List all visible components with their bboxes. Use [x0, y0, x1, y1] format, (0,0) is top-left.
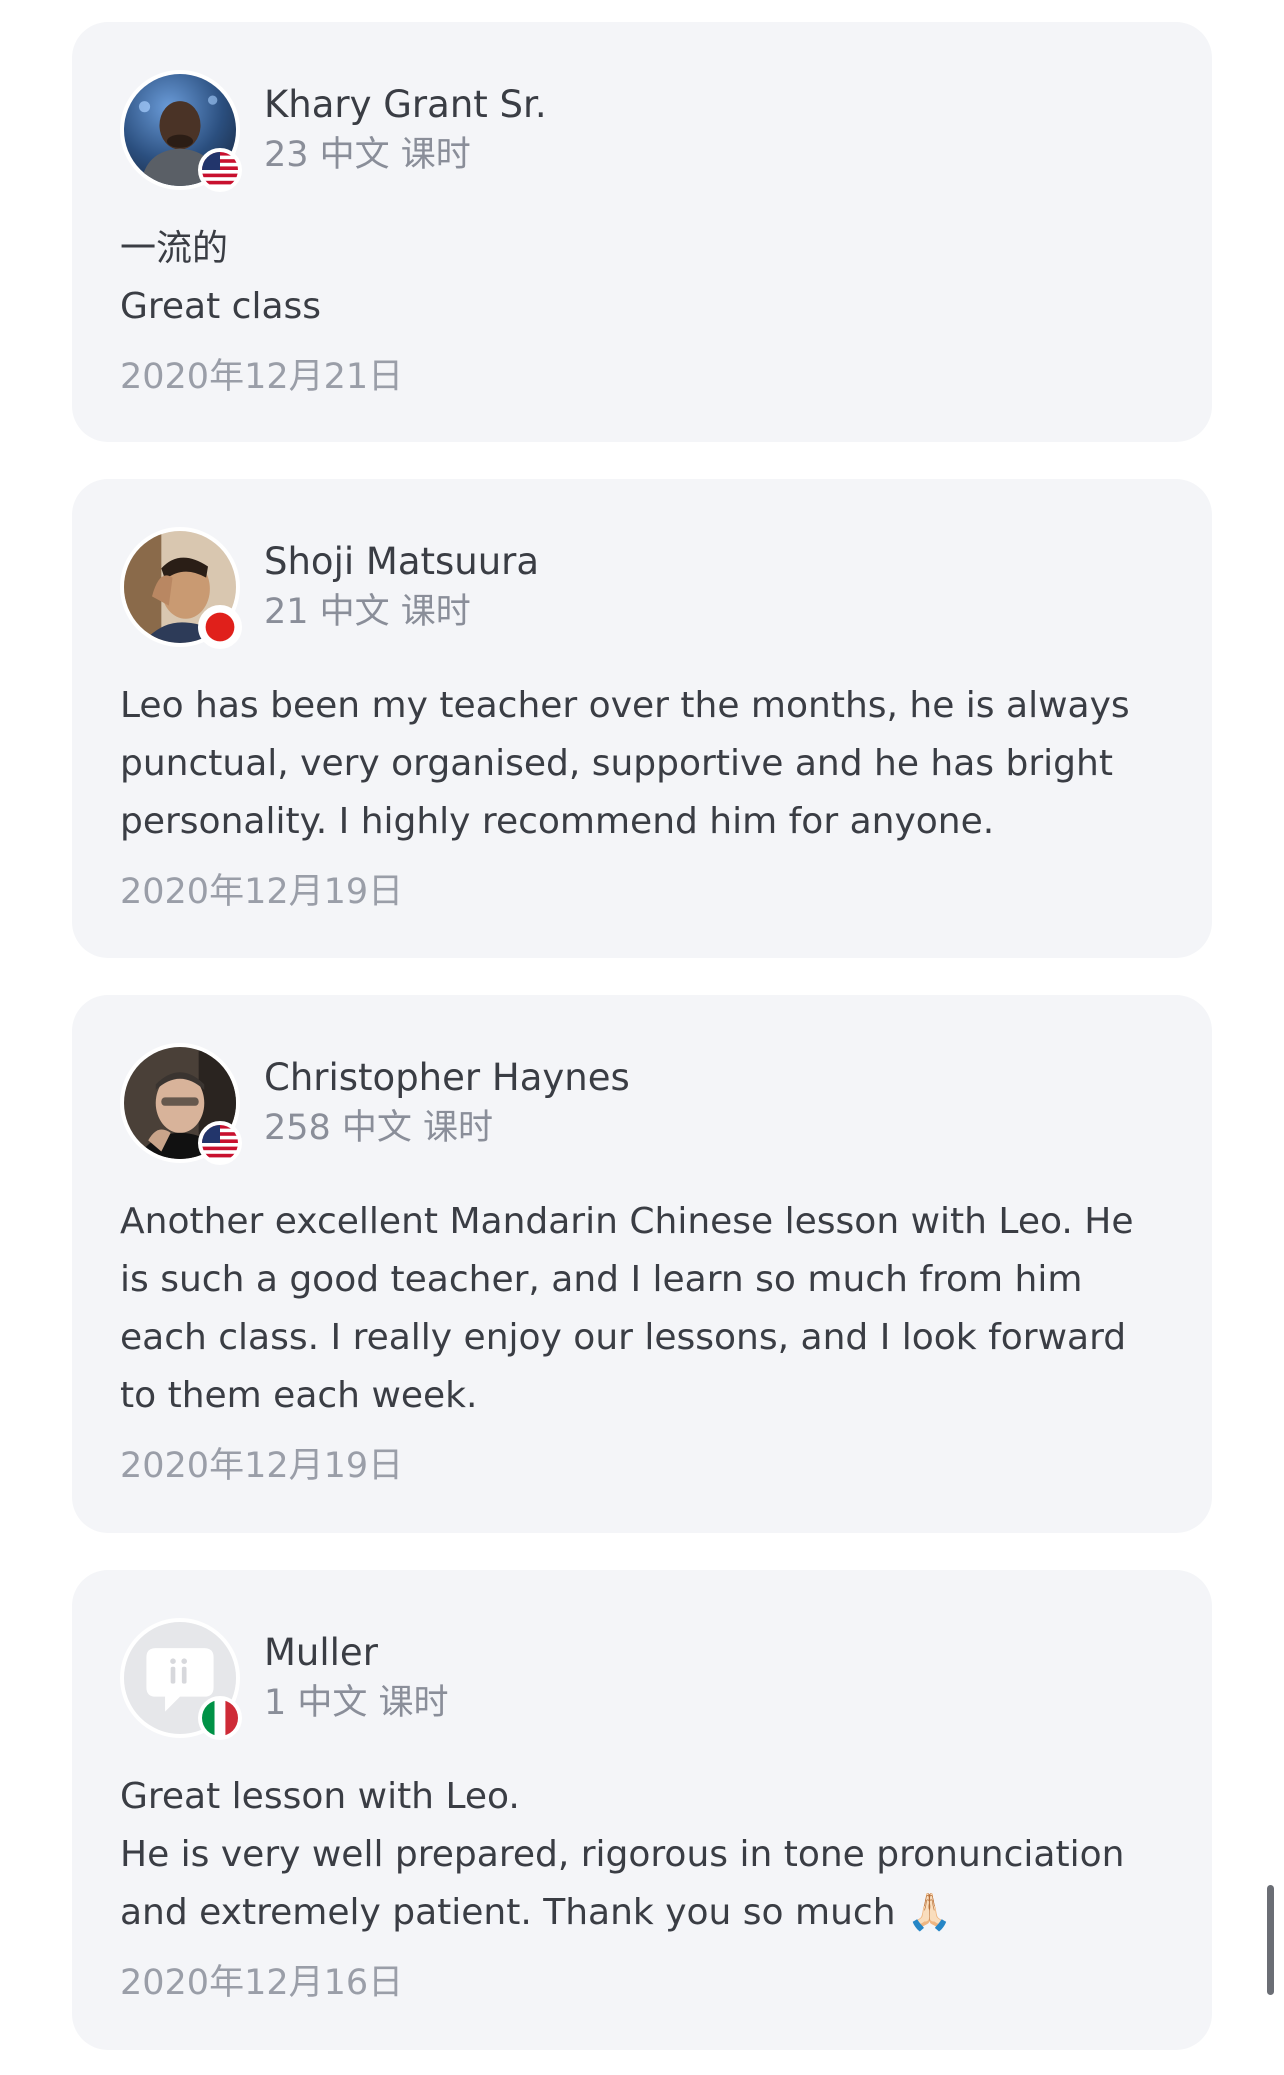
reviews-page: Khary Grant Sr. 23 中文 课时 一流的 Great class… [0, 0, 1284, 2075]
us-flag-icon [198, 148, 242, 192]
us-flag-icon [198, 1121, 242, 1165]
scrollbar[interactable] [1267, 1885, 1274, 1995]
japan-flag-icon [198, 605, 242, 649]
review-card: Shoji Matsuura 21 中文 课时 Leo has been my … [72, 479, 1212, 958]
reviewer-name[interactable]: Khary Grant Sr. [264, 80, 547, 130]
reviewer-info: Muller 1 中文 课时 [264, 1628, 449, 1728]
reviewer-header: Christopher Haynes 258 中文 课时 [120, 1043, 1164, 1165]
review-text: Another excellent Mandarin Chinese lesso… [120, 1201, 1134, 1416]
italy-flag-icon [198, 1696, 242, 1740]
reviewer-info: Shoji Matsuura 21 中文 课时 [264, 537, 539, 637]
review-text: Great lesson with Leo. He is very well p… [120, 1776, 1125, 1933]
reviewer-header: Khary Grant Sr. 23 中文 课时 [120, 70, 1164, 192]
reviewer-info: Christopher Haynes 258 中文 课时 [264, 1053, 630, 1153]
reviewer-lesson-count: 1 中文 课时 [264, 1683, 449, 1723]
avatar[interactable] [120, 1618, 242, 1740]
review-list: Khary Grant Sr. 23 中文 课时 一流的 Great class… [72, 22, 1212, 2075]
reviewer-header: Muller 1 中文 课时 [120, 1618, 1164, 1740]
reviewer-name[interactable]: Shoji Matsuura [264, 537, 539, 587]
reviewer-lesson-count: 258 中文 课时 [264, 1108, 494, 1148]
review-date: 2020年12月19日 [120, 872, 404, 912]
review-card: Khary Grant Sr. 23 中文 课时 一流的 Great class… [72, 22, 1212, 442]
review-text: 一流的 Great class [120, 228, 322, 327]
avatar[interactable] [120, 527, 242, 649]
reviewer-name[interactable]: Christopher Haynes [264, 1053, 630, 1103]
review-card: Muller 1 中文 课时 Great lesson with Leo. He… [72, 1570, 1212, 2050]
avatar[interactable] [120, 70, 242, 192]
review-card: Christopher Haynes 258 中文 课时 Another exc… [72, 995, 1212, 1533]
review-date: 2020年12月19日 [120, 1446, 404, 1486]
reviewer-lesson-count: 21 中文 课时 [264, 592, 471, 632]
review-date: 2020年12月21日 [120, 357, 404, 397]
review-text: Leo has been my teacher over the months,… [120, 685, 1130, 842]
review-date: 2020年12月16日 [120, 1963, 404, 2003]
reviewer-info: Khary Grant Sr. 23 中文 课时 [264, 80, 547, 180]
avatar[interactable] [120, 1043, 242, 1165]
reviewer-name[interactable]: Muller [264, 1628, 449, 1678]
reviewer-lesson-count: 23 中文 课时 [264, 135, 471, 175]
reviewer-header: Shoji Matsuura 21 中文 课时 [120, 527, 1164, 649]
